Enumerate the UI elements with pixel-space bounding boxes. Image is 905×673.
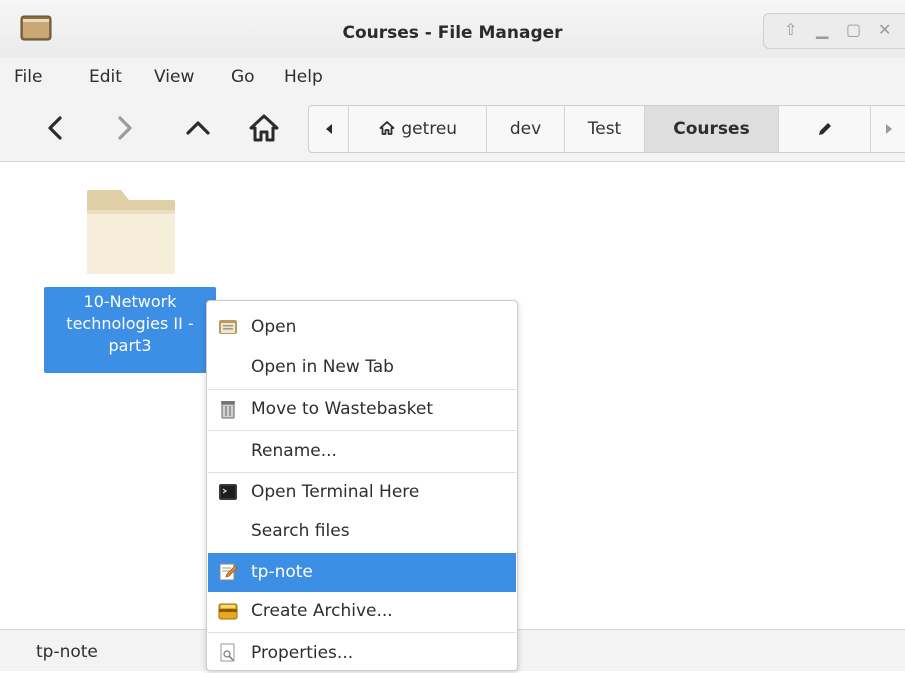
folder-open-icon (219, 320, 237, 334)
menu-item-label: Open Terminal Here (251, 482, 420, 502)
menu-file[interactable]: File (14, 67, 42, 87)
menu-item-label: Open in New Tab (251, 357, 394, 377)
terminal-icon (219, 484, 237, 500)
menu-edit[interactable]: Edit (89, 67, 122, 87)
path-segment-dev[interactable]: dev (487, 106, 565, 152)
window-controls: ⇧ ▁ ▢ ✕ (763, 13, 905, 49)
minimize-icon[interactable]: ▁ (816, 21, 828, 39)
path-segment-label: Test (587, 119, 622, 139)
status-text: tp-note (36, 642, 98, 662)
close-icon[interactable]: ✕ (878, 21, 891, 39)
menu-item-rename[interactable]: Rename... (208, 432, 516, 471)
folder-name-line: 10-Network (83, 292, 177, 311)
folder-name-line: part3 (108, 336, 152, 355)
menu-item-open-terminal[interactable]: Open Terminal Here (208, 473, 516, 512)
path-segment-label: getreu (401, 119, 458, 139)
menu-item-label: Search files (251, 521, 350, 541)
toolbar: getreu dev Test Courses (0, 96, 905, 162)
maximize-icon[interactable]: ▢ (846, 21, 861, 39)
menu-view[interactable]: View (154, 67, 194, 87)
menu-bar: File Edit View Go Help (0, 58, 905, 96)
context-menu: Open Open in New Tab Move to Wastebasket… (206, 300, 518, 671)
path-segment-label: dev (509, 119, 542, 139)
home-icon[interactable] (248, 112, 280, 144)
up-arrow-icon[interactable] (182, 112, 214, 144)
menu-item-label: Create Archive... (251, 601, 393, 621)
menu-item-open-new-tab[interactable]: Open in New Tab (208, 348, 516, 387)
menu-item-label: Open (251, 317, 297, 337)
archive-icon (218, 603, 238, 620)
home-icon (379, 121, 395, 135)
path-scroll-left-icon[interactable] (309, 106, 349, 152)
file-manager-window: Courses - File Manager ⇧ ▁ ▢ ✕ File Edit… (0, 0, 905, 671)
menu-item-label: tp-note (251, 562, 313, 582)
path-segment-test[interactable]: Test (565, 106, 645, 152)
path-segment-getreu[interactable]: getreu (349, 106, 487, 152)
menu-separator (208, 632, 516, 633)
path-scroll-right-icon[interactable] (871, 106, 905, 152)
up-icon[interactable]: ⇧ (784, 21, 797, 39)
path-segment-courses[interactable]: Courses (645, 106, 779, 152)
menu-item-label: Properties... (251, 643, 354, 663)
menu-item-open[interactable]: Open (208, 308, 516, 347)
folder-name-label[interactable]: 10-Network technologies II - part3 (44, 287, 216, 373)
properties-icon (220, 643, 235, 662)
menu-item-create-archive[interactable]: Create Archive... (208, 592, 516, 631)
folder-icon[interactable] (85, 188, 177, 276)
path-segment-label: Courses (673, 119, 750, 139)
path-bar: getreu dev Test Courses (308, 105, 905, 153)
title-bar[interactable]: Courses - File Manager ⇧ ▁ ▢ ✕ (0, 0, 905, 58)
menu-item-search-files[interactable]: Search files (208, 512, 516, 551)
trash-icon (221, 401, 235, 419)
folder-name-line: technologies II - (66, 314, 194, 333)
menu-separator (208, 430, 516, 431)
back-icon[interactable] (40, 112, 72, 144)
menu-item-tp-note[interactable]: tp-note (208, 553, 516, 592)
path-edit-icon[interactable] (779, 106, 871, 152)
menu-help[interactable]: Help (284, 67, 323, 87)
menu-item-move-to-wastebasket[interactable]: Move to Wastebasket (208, 390, 516, 429)
edit-note-icon (219, 563, 238, 581)
forward-icon[interactable] (108, 112, 140, 144)
menu-item-label: Rename... (251, 441, 337, 461)
menu-go[interactable]: Go (231, 67, 255, 87)
menu-item-label: Move to Wastebasket (251, 399, 434, 419)
menu-item-properties[interactable]: Properties... (208, 634, 516, 673)
